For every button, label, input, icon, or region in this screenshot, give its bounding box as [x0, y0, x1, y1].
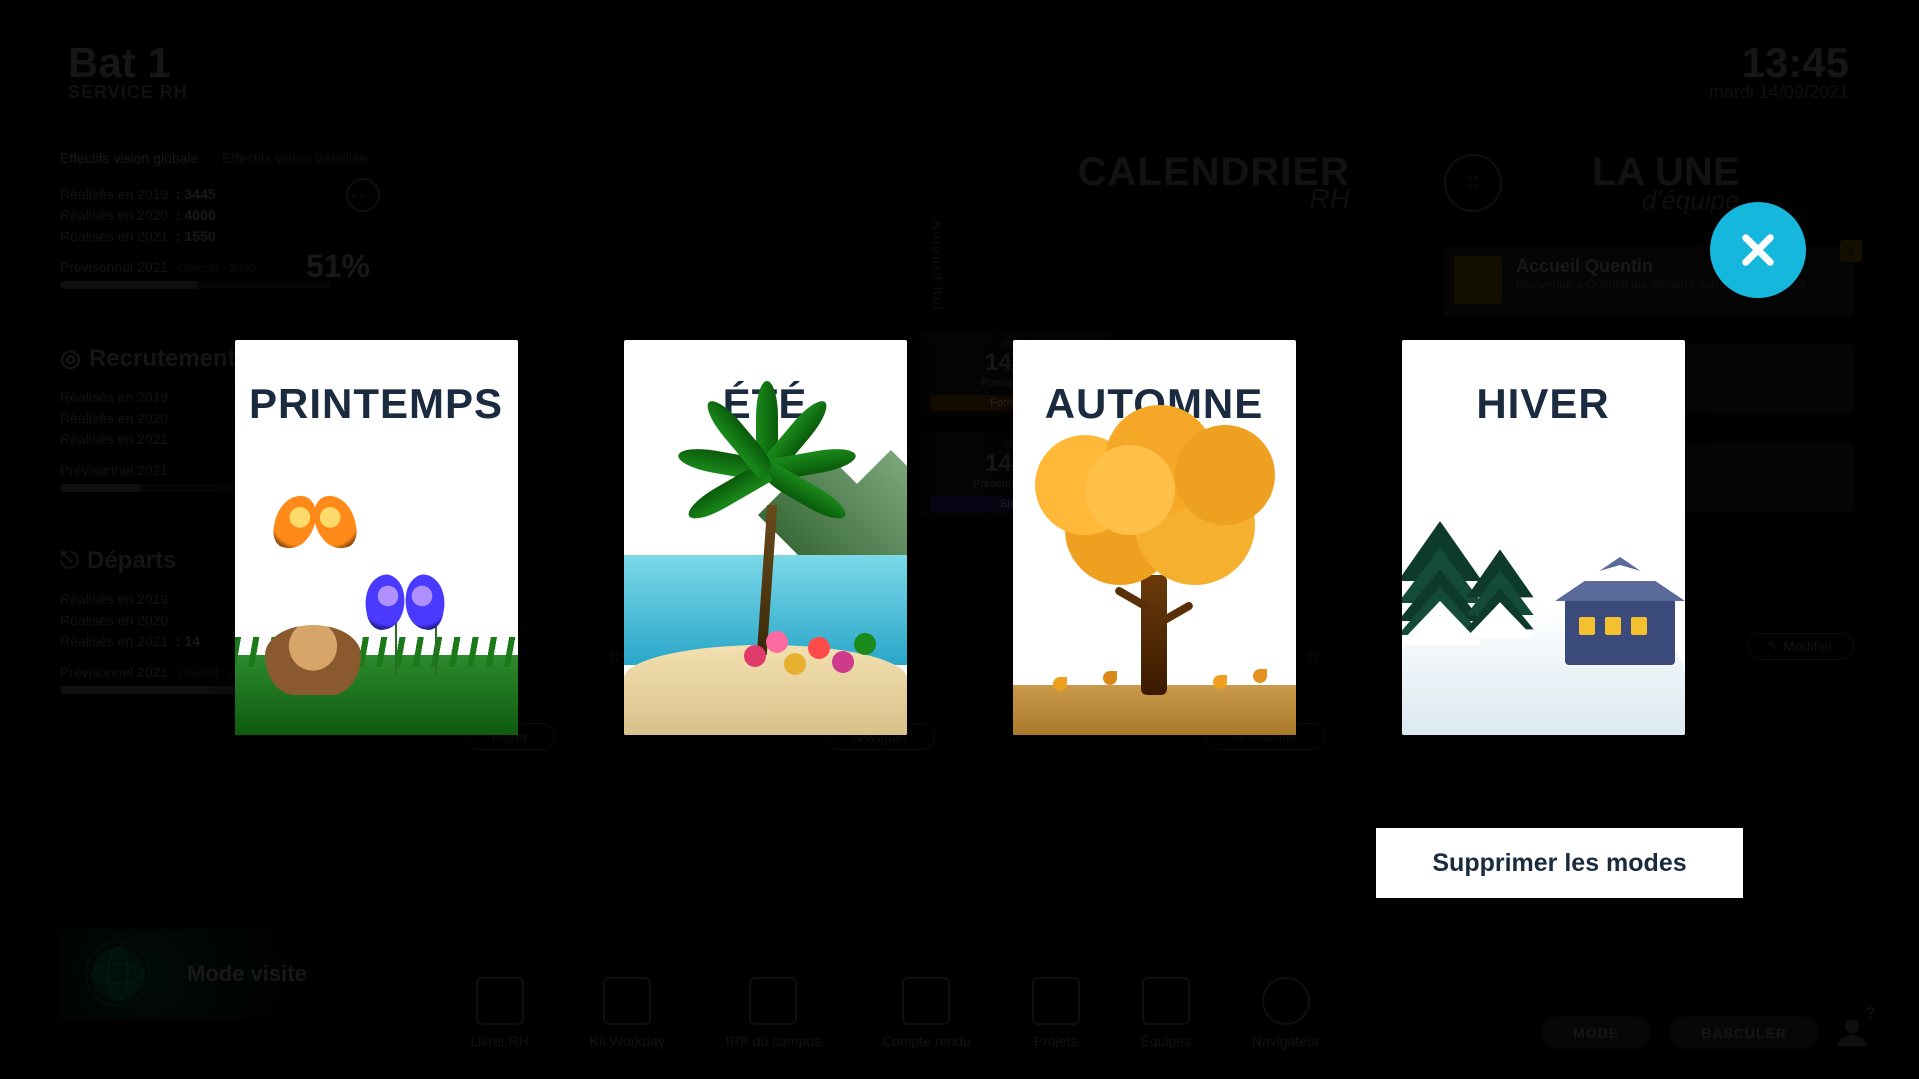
season-title: HIVER: [1402, 380, 1685, 428]
spring-art: [235, 455, 518, 735]
season-title: PRINTEMPS: [235, 380, 518, 428]
seasons-modal: PRINTEMPS ÉTÉ: [0, 0, 1919, 1079]
season-card-summer[interactable]: ÉTÉ: [624, 340, 907, 735]
autumn-art: [1013, 455, 1296, 735]
close-icon: [1737, 229, 1779, 271]
season-cards-row: PRINTEMPS ÉTÉ: [235, 340, 1685, 735]
season-card-spring[interactable]: PRINTEMPS: [235, 340, 518, 735]
season-card-winter[interactable]: HIVER: [1402, 340, 1685, 735]
winter-art: [1402, 455, 1685, 735]
close-modal-button[interactable]: [1710, 202, 1806, 298]
season-card-autumn[interactable]: AUTOMNE: [1013, 340, 1296, 735]
delete-modes-button[interactable]: Supprimer les modes: [1376, 828, 1743, 898]
summer-art: [624, 455, 907, 735]
